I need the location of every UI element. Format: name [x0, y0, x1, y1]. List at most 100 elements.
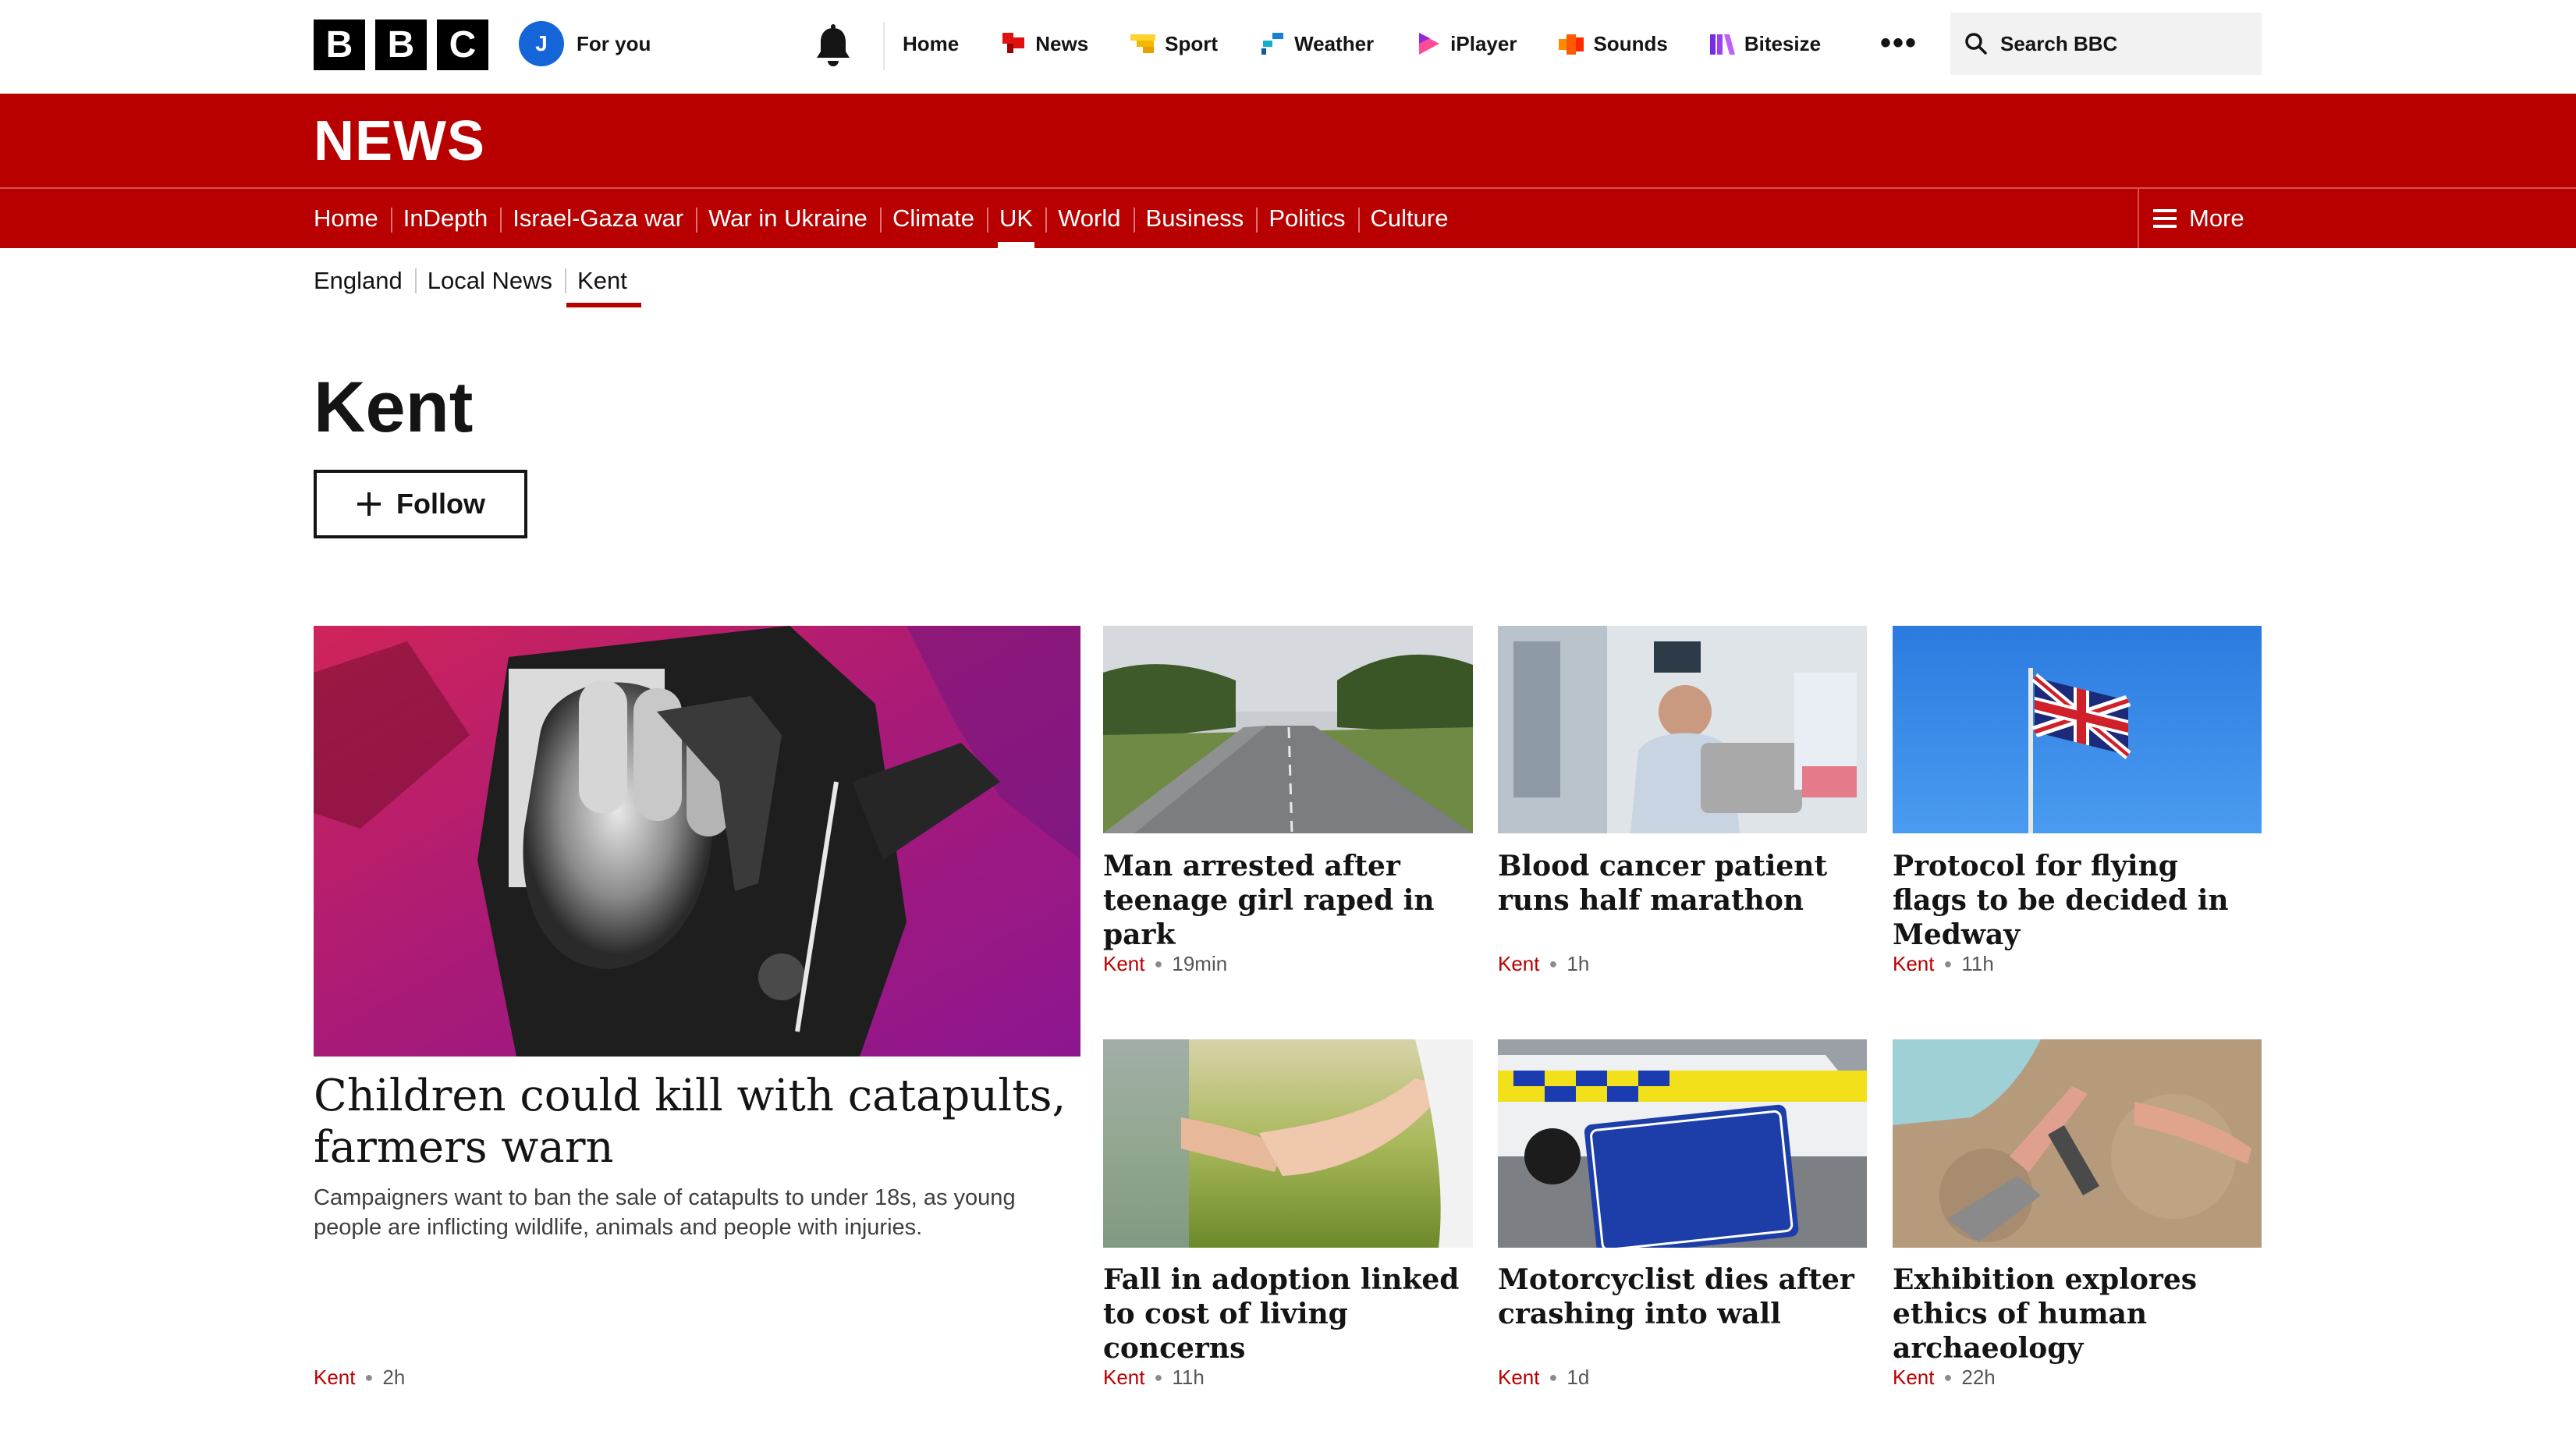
- story-location-link[interactable]: Kent: [1498, 1366, 1540, 1390]
- bbc-logo[interactable]: B B C: [314, 20, 488, 70]
- lead-story-headline[interactable]: Children could kill with catapults, farm…: [314, 1071, 1080, 1174]
- nav-home[interactable]: Home: [314, 189, 391, 248]
- story-timestamp: 22h: [1961, 1366, 1996, 1389]
- divider: [883, 22, 885, 70]
- meta-separator: ●: [1943, 1369, 1953, 1385]
- nav-world[interactable]: World: [1045, 189, 1133, 248]
- story-timestamp: 11h: [1961, 952, 1994, 975]
- story-location-link[interactable]: Kent: [1893, 952, 1935, 976]
- iplayer-icon: [1419, 33, 1440, 55]
- top-nav-label: Bitesize: [1744, 31, 1822, 55]
- follow-button[interactable]: Follow: [314, 470, 527, 538]
- news-main-nav: Home InDepth Israel-Gaza war War in Ukra…: [314, 189, 1460, 248]
- story-timestamp: 1h: [1567, 952, 1590, 975]
- more-nav-button[interactable]: More: [2138, 189, 2244, 248]
- page-title: Kent: [314, 368, 474, 447]
- story-timestamp: 11h: [1172, 1366, 1205, 1389]
- follow-label: Follow: [396, 488, 485, 520]
- story-meta: Kent ● 19min: [1103, 952, 1227, 976]
- sport-icon: [1130, 34, 1156, 53]
- nav-politics[interactable]: Politics: [1256, 189, 1357, 248]
- story-image[interactable]: [1103, 1039, 1473, 1248]
- weather-icon: [1261, 33, 1284, 55]
- bbc-top-nav: Home News Sport Weather iPlayer Sounds B…: [903, 0, 1861, 87]
- story-meta: Kent ● 2h: [314, 1366, 405, 1390]
- logo-letter: B: [375, 20, 427, 70]
- story-image[interactable]: [1103, 626, 1473, 833]
- more-menu-button[interactable]: •••: [1880, 27, 1918, 59]
- meta-separator: ●: [364, 1369, 374, 1385]
- top-nav-news[interactable]: News: [999, 30, 1088, 58]
- top-nav-sport[interactable]: Sport: [1129, 30, 1218, 58]
- story-image[interactable]: [1893, 626, 2262, 833]
- story-meta: Kent ● 11h: [1103, 1366, 1205, 1390]
- meta-separator: ●: [1549, 956, 1558, 971]
- lead-story-summary: Campaigners want to ban the sale of cata…: [314, 1185, 1016, 1240]
- story-headline[interactable]: Fall in adoption linked to cost of livin…: [1103, 1263, 1478, 1366]
- story-headline[interactable]: Protocol for flying flags to be decided …: [1893, 849, 2262, 952]
- meta-separator: ●: [1154, 956, 1163, 971]
- nav-uk[interactable]: UK: [987, 189, 1045, 248]
- union-flag-photo: [1893, 626, 2262, 833]
- search-icon: [1965, 33, 1987, 55]
- nav-business[interactable]: Business: [1133, 189, 1257, 248]
- top-nav-iplayer[interactable]: iPlayer: [1414, 30, 1517, 58]
- story-location-link[interactable]: Kent: [314, 1366, 356, 1390]
- top-nav-home[interactable]: Home: [903, 32, 959, 56]
- story-timestamp: 19min: [1172, 952, 1228, 975]
- logo-letter: B: [314, 20, 365, 70]
- subnav-kent[interactable]: Kent: [565, 259, 641, 307]
- story-location-link[interactable]: Kent: [1893, 1366, 1935, 1390]
- news-brand-link[interactable]: NEWS: [314, 109, 485, 173]
- top-nav-sounds[interactable]: Sounds: [1557, 30, 1668, 58]
- story-timestamp: 2h: [382, 1366, 406, 1389]
- story-meta: Kent ● 1h: [1498, 952, 1589, 976]
- lead-story-image[interactable]: [314, 626, 1080, 1057]
- top-nav-label: News: [1035, 31, 1089, 55]
- avatar: J: [519, 21, 564, 66]
- top-nav-label: Sport: [1165, 31, 1219, 55]
- bbc-global-header: B B C J For you Home News Sport Weather …: [0, 0, 2576, 94]
- search-label: Search BBC: [2000, 31, 2118, 55]
- search-bbc-button[interactable]: Search BBC: [1950, 12, 2262, 75]
- top-nav-label: Sounds: [1593, 31, 1668, 55]
- bitesize-icon: [1709, 34, 1735, 55]
- more-label: More: [2189, 204, 2244, 232]
- hospital-patient-photo: [1498, 626, 1867, 833]
- subnav-local-news[interactable]: Local News: [414, 259, 565, 303]
- story-location-link[interactable]: Kent: [1103, 952, 1145, 976]
- story-meta: Kent ● 22h: [1893, 1366, 1996, 1390]
- story-meta: Kent ● 1d: [1498, 1366, 1589, 1390]
- sounds-icon: [1559, 34, 1584, 55]
- top-nav-label: Weather: [1294, 31, 1375, 55]
- meta-separator: ●: [1154, 1369, 1163, 1385]
- story-image[interactable]: [1498, 1039, 1867, 1248]
- for-you-label: For you: [577, 31, 651, 55]
- subnav-england[interactable]: England: [314, 259, 415, 303]
- story-headline[interactable]: Exhibition explores ethics of human arch…: [1893, 1263, 2267, 1366]
- logo-letter: C: [437, 20, 488, 70]
- road-photo: [1103, 626, 1473, 833]
- story-headline[interactable]: Man arrested after teenage girl raped in…: [1103, 849, 1478, 952]
- sub-nav: England Local News Kent: [314, 257, 641, 307]
- nav-indepth[interactable]: InDepth: [390, 189, 501, 248]
- nav-israel-gaza-war[interactable]: Israel-Gaza war: [500, 189, 696, 248]
- top-nav-label: Home: [903, 31, 960, 55]
- story-location-link[interactable]: Kent: [1498, 952, 1540, 976]
- top-nav-bitesize[interactable]: Bitesize: [1708, 30, 1821, 58]
- story-location-link[interactable]: Kent: [1103, 1366, 1145, 1390]
- nav-war-in-ukraine[interactable]: War in Ukraine: [696, 189, 880, 248]
- story-image[interactable]: [1893, 1039, 2262, 1248]
- archaeology-dig-photo: [1893, 1039, 2262, 1248]
- nav-culture[interactable]: Culture: [1357, 189, 1461, 248]
- story-headline[interactable]: Blood cancer patient runs half marathon: [1498, 849, 1872, 918]
- meta-separator: ●: [1943, 956, 1953, 971]
- top-nav-weather[interactable]: Weather: [1258, 30, 1374, 58]
- notifications-bell-icon[interactable]: [813, 23, 853, 70]
- for-you-link[interactable]: J For you: [519, 21, 651, 66]
- story-headline[interactable]: Motorcyclist dies after crashing into wa…: [1498, 1263, 1872, 1331]
- story-image[interactable]: [1498, 626, 1867, 833]
- hamburger-menu-icon: [2153, 209, 2177, 228]
- nav-climate[interactable]: Climate: [879, 189, 987, 248]
- police-car-photo: [1498, 1039, 1867, 1248]
